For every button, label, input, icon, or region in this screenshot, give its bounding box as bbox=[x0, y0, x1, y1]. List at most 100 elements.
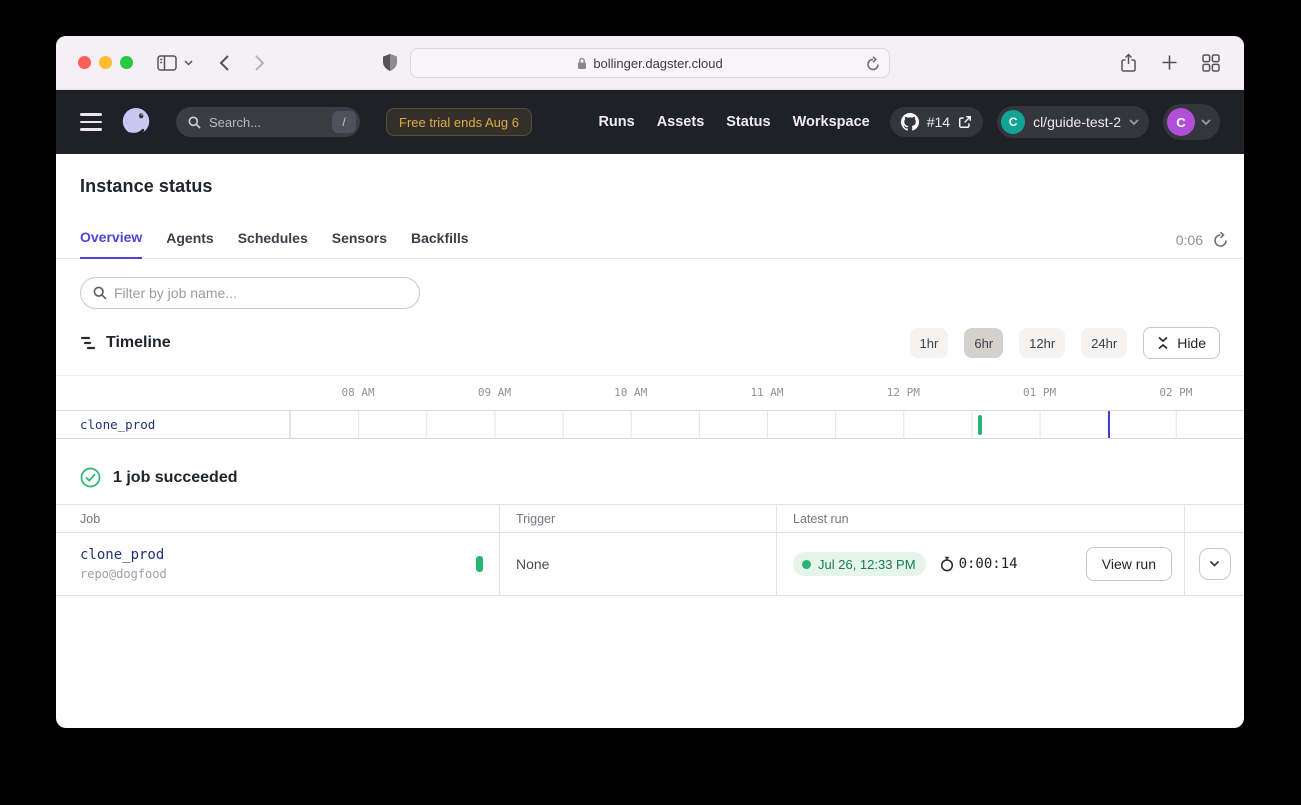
user-avatar: C bbox=[1167, 108, 1195, 136]
run-duration: 0:00:14 bbox=[959, 556, 1018, 572]
browser-chrome: bollinger.dagster.cloud bbox=[56, 36, 1244, 90]
refresh-countdown: 0:06 bbox=[1176, 232, 1203, 248]
trial-badge[interactable]: Free trial ends Aug 6 bbox=[386, 108, 532, 136]
job-link[interactable]: clone_prod bbox=[80, 547, 167, 563]
page-title: Instance status bbox=[80, 176, 1220, 197]
summary-text: 1 job succeeded bbox=[113, 469, 238, 487]
app-header: Search... / Free trial ends Aug 6 Runs A… bbox=[56, 90, 1244, 154]
search-placeholder: Search... bbox=[209, 115, 324, 130]
stopwatch-icon bbox=[940, 556, 954, 572]
timeline-title: Timeline bbox=[106, 334, 171, 352]
chevron-down-icon bbox=[1201, 119, 1211, 126]
refresh-icon[interactable] bbox=[1213, 232, 1228, 248]
privacy-shield-icon[interactable] bbox=[382, 53, 398, 73]
url-text: bollinger.dagster.cloud bbox=[593, 56, 722, 71]
traffic-lights bbox=[78, 56, 133, 69]
github-icon bbox=[901, 113, 919, 131]
tab-overview[interactable]: Overview bbox=[80, 221, 142, 259]
timeline-icon bbox=[80, 335, 96, 351]
nav-runs[interactable]: Runs bbox=[598, 114, 634, 130]
tab-overview-icon[interactable] bbox=[1202, 54, 1220, 72]
hide-label: Hide bbox=[1177, 335, 1206, 351]
range-24hr-button[interactable]: 24hr bbox=[1081, 328, 1127, 358]
row-actions-button[interactable] bbox=[1199, 548, 1231, 580]
menu-icon[interactable] bbox=[80, 113, 102, 131]
tab-bar: Overview Agents Schedules Sensors Backfi… bbox=[56, 221, 1244, 259]
dagster-logo[interactable] bbox=[120, 106, 152, 138]
range-12hr-button[interactable]: 12hr bbox=[1019, 328, 1065, 358]
success-dot-icon bbox=[802, 560, 811, 569]
job-filter[interactable] bbox=[80, 277, 420, 309]
tab-schedules[interactable]: Schedules bbox=[238, 222, 308, 258]
run-marker[interactable] bbox=[978, 415, 982, 435]
chevron-down-icon bbox=[1209, 560, 1220, 568]
view-run-button[interactable]: View run bbox=[1086, 547, 1172, 581]
job-repo: repo@dogfood bbox=[80, 567, 167, 581]
axis-tick: 11 AM bbox=[750, 386, 783, 399]
col-latest-run: Latest run bbox=[777, 505, 1185, 532]
top-nav: Runs Assets Status Workspace bbox=[598, 114, 869, 130]
workspace-name: cl/guide-test-2 bbox=[1033, 114, 1121, 130]
workspace-switcher[interactable]: C cl/guide-test-2 bbox=[997, 106, 1149, 138]
search-icon bbox=[188, 116, 201, 129]
range-6hr-button[interactable]: 6hr bbox=[964, 328, 1003, 358]
axis-tick: 10 AM bbox=[614, 386, 647, 399]
collapse-icon bbox=[1157, 336, 1169, 350]
tab-agents[interactable]: Agents bbox=[166, 222, 213, 258]
main-content: Instance status Overview Agents Schedule… bbox=[56, 154, 1244, 596]
check-circle-icon bbox=[80, 467, 101, 488]
pr-number: #14 bbox=[927, 114, 950, 130]
user-menu[interactable]: C bbox=[1163, 104, 1220, 140]
chevron-down-icon bbox=[1129, 119, 1139, 126]
search-icon bbox=[93, 286, 107, 300]
address-bar[interactable]: bollinger.dagster.cloud bbox=[410, 48, 890, 78]
share-icon[interactable] bbox=[1120, 53, 1137, 73]
forward-button[interactable] bbox=[254, 54, 265, 72]
jobs-table: Job Trigger Latest run clone_prod repo@d… bbox=[56, 504, 1244, 596]
latest-run-cell: Jul 26, 12:33 PM 0:00:14 View run bbox=[777, 533, 1185, 595]
table-row: clone_prod repo@dogfood None Jul 26, 12:… bbox=[56, 533, 1244, 596]
axis-tick: 02 PM bbox=[1159, 386, 1192, 399]
global-search[interactable]: Search... / bbox=[176, 107, 360, 137]
reload-icon[interactable] bbox=[866, 56, 880, 72]
external-link-icon bbox=[958, 115, 972, 129]
close-window-button[interactable] bbox=[78, 56, 91, 69]
range-1hr-button[interactable]: 1hr bbox=[910, 328, 949, 358]
job-health-bar[interactable] bbox=[476, 556, 483, 572]
tab-backfills[interactable]: Backfills bbox=[411, 222, 469, 258]
lane-grid bbox=[290, 411, 1244, 438]
run-timestamp: Jul 26, 12:33 PM bbox=[818, 557, 916, 572]
tls-lock-icon bbox=[577, 57, 587, 70]
col-actions bbox=[1185, 505, 1244, 532]
job-filter-input[interactable] bbox=[114, 285, 407, 301]
trigger-cell: None bbox=[500, 533, 777, 595]
back-button[interactable] bbox=[219, 54, 230, 72]
timeline-chart: 08 AM 09 AM 10 AM 11 AM 12 PM 01 PM 02 P… bbox=[56, 375, 1244, 439]
axis-tick: 01 PM bbox=[1023, 386, 1056, 399]
lane-job-label[interactable]: clone_prod bbox=[56, 411, 290, 438]
nav-workspace[interactable]: Workspace bbox=[793, 114, 870, 130]
tab-sensors[interactable]: Sensors bbox=[332, 222, 387, 258]
col-trigger: Trigger bbox=[500, 505, 777, 532]
github-pr-badge[interactable]: #14 bbox=[890, 107, 983, 137]
browser-window: bollinger.dagster.cloud bbox=[56, 36, 1244, 728]
axis-tick: 08 AM bbox=[342, 386, 375, 399]
nav-assets[interactable]: Assets bbox=[657, 114, 705, 130]
timeline-lane: clone_prod bbox=[56, 410, 1244, 439]
run-status-pill[interactable]: Jul 26, 12:33 PM bbox=[793, 552, 926, 576]
minimize-window-button[interactable] bbox=[99, 56, 112, 69]
timeline-axis: 08 AM 09 AM 10 AM 11 AM 12 PM 01 PM 02 P… bbox=[290, 386, 1244, 402]
zoom-window-button[interactable] bbox=[120, 56, 133, 69]
axis-tick: 09 AM bbox=[478, 386, 511, 399]
search-shortcut-key: / bbox=[332, 111, 356, 133]
timeline-header: Timeline 1hr 6hr 12hr 24hr Hide bbox=[80, 327, 1220, 359]
sidebar-toggle-icon[interactable] bbox=[157, 55, 177, 71]
col-job: Job bbox=[56, 505, 500, 532]
sidebar-chevron-icon[interactable] bbox=[184, 60, 193, 66]
workspace-avatar: C bbox=[1001, 110, 1025, 134]
summary-row: 1 job succeeded bbox=[56, 467, 1244, 488]
hide-timeline-button[interactable]: Hide bbox=[1143, 327, 1220, 359]
axis-tick: 12 PM bbox=[887, 386, 920, 399]
nav-status[interactable]: Status bbox=[726, 114, 770, 130]
new-tab-icon[interactable] bbox=[1161, 54, 1178, 71]
